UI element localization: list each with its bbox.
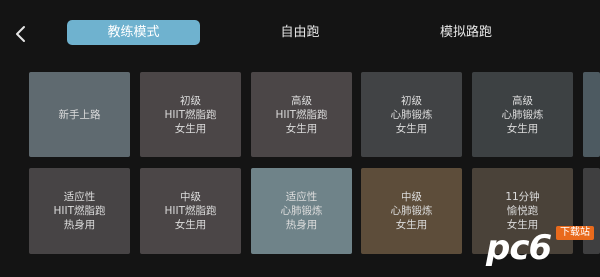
tab-free-run[interactable]: 自由跑 xyxy=(258,20,342,45)
workout-card-label: 新手上路 xyxy=(58,108,101,121)
back-button[interactable] xyxy=(11,22,33,46)
workout-card-label: 中级 HIIT燃脂跑 女生用 xyxy=(164,191,217,231)
workout-card[interactable]: 适应性 HIIT燃脂跑 热身用 xyxy=(29,168,130,254)
workout-card-label: 高级 心肺锻炼 女生用 xyxy=(501,94,544,135)
workout-card[interactable]: 新手上路 xyxy=(29,72,130,157)
workout-card[interactable]: 初级 心肺锻炼 女生用 xyxy=(361,72,462,157)
workout-card-label: 适应性 HIIT燃脂跑 热身用 xyxy=(53,191,106,231)
workout-card-partial[interactable] xyxy=(583,72,600,157)
workout-card[interactable]: 适应性 心肺锻炼 热身用 xyxy=(251,168,352,254)
top-bar: 教练模式 自由跑 模拟路跑 xyxy=(0,0,600,64)
workout-card-label: 初级 心肺锻炼 女生用 xyxy=(390,94,433,135)
workout-card[interactable]: 初级 HIIT燃脂跑 女生用 xyxy=(140,72,241,157)
workout-card-label: 初级 HIIT燃脂跑 女生用 xyxy=(164,94,217,135)
workout-card[interactable]: 高级 心肺锻炼 女生用 xyxy=(472,72,573,157)
watermark-badge: 下载站 xyxy=(556,226,594,240)
chevron-left-icon xyxy=(16,26,25,42)
workout-card-label: 适应性 心肺锻炼 热身用 xyxy=(280,191,323,231)
workout-card[interactable]: 中级 心肺锻炼 女生用 xyxy=(361,168,462,254)
workout-card-label: 高级 HIIT燃脂跑 女生用 xyxy=(275,94,328,135)
tab-coach-mode[interactable]: 教练模式 xyxy=(67,20,200,45)
workout-card[interactable]: 中级 HIIT燃脂跑 女生用 xyxy=(140,168,241,254)
workout-card[interactable]: 高级 HIIT燃脂跑 女生用 xyxy=(251,72,352,157)
workout-card-label: 中级 心肺锻炼 女生用 xyxy=(390,191,433,231)
pc6-watermark: pc6 下载站 xyxy=(486,222,596,274)
tab-simulated-road-run[interactable]: 模拟路跑 xyxy=(424,20,508,45)
watermark-logo-text: pc6 xyxy=(486,228,552,268)
